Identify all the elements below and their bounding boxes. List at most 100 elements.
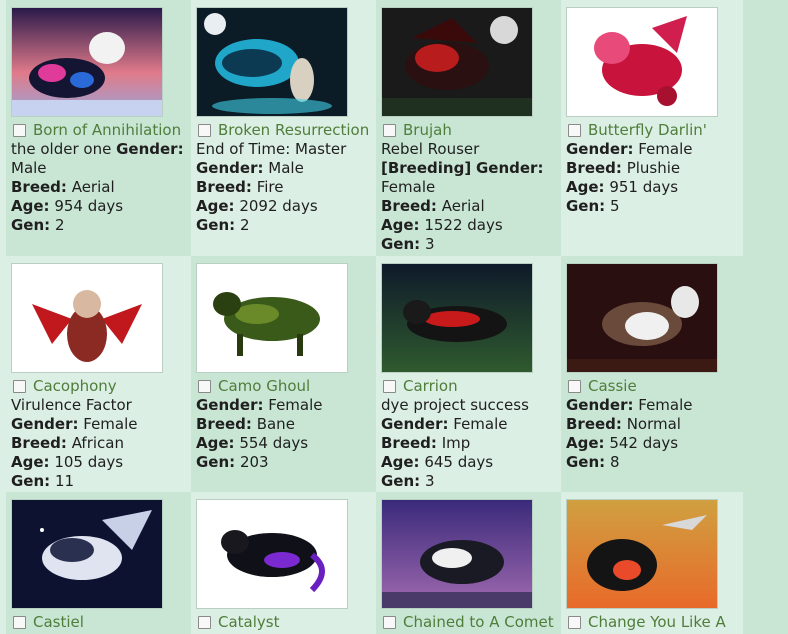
- select-checkbox[interactable]: [568, 124, 581, 137]
- pet-card: Broken Resurrection End of Time: Master …: [191, 0, 376, 256]
- age-label: Age:: [196, 434, 235, 452]
- pet-name-link[interactable]: Camo Ghoul: [218, 377, 310, 396]
- age-value: 645 days: [424, 453, 494, 471]
- age-value: 105 days: [54, 453, 124, 471]
- pet-name-link[interactable]: Butterfly Darlin': [588, 121, 707, 140]
- gender-value: Male: [268, 159, 304, 177]
- pet-name-link[interactable]: Chained to A Comet: [403, 613, 554, 632]
- pet-image[interactable]: [566, 7, 718, 117]
- select-checkbox[interactable]: [198, 124, 211, 137]
- pet-image[interactable]: [566, 263, 718, 373]
- pet-image[interactable]: [11, 7, 163, 117]
- gen-value: 2: [239, 216, 250, 234]
- pet-card: Camo Ghoul Gender: Female Breed: Bane Ag…: [191, 256, 376, 492]
- select-checkbox[interactable]: [13, 616, 26, 629]
- select-checkbox[interactable]: [13, 124, 26, 137]
- breed-label: Breed:: [11, 434, 67, 452]
- breed-value: Normal: [626, 415, 681, 433]
- pet-image[interactable]: [381, 7, 533, 117]
- pet-name-link[interactable]: Change You Like A: [588, 613, 726, 632]
- breed-label: Breed:: [566, 415, 622, 433]
- select-checkbox[interactable]: [383, 124, 396, 137]
- pet-card: Carrion dye project success Gender: Fema…: [376, 256, 561, 492]
- pet-image[interactable]: [196, 263, 348, 373]
- gender-label: Gender:: [11, 415, 79, 433]
- gen-value: 3: [424, 235, 435, 253]
- breed-label: Breed:: [196, 415, 252, 433]
- pet-image[interactable]: [196, 7, 348, 117]
- gender-value: Female: [638, 396, 693, 414]
- breed-value: Fire: [256, 178, 284, 196]
- page-right-margin: [743, 0, 788, 634]
- select-checkbox[interactable]: [568, 616, 581, 629]
- gender-value: Female: [83, 415, 138, 433]
- pet-name-link[interactable]: Cacophony: [33, 377, 117, 396]
- gender-label: Gender:: [381, 415, 449, 433]
- gen-label: Gen:: [566, 453, 606, 471]
- breed-label: Breed:: [566, 159, 622, 177]
- breed-label: Breed:: [381, 197, 437, 215]
- gen-value: 3: [424, 472, 435, 490]
- gender-label: Gender:: [196, 396, 264, 414]
- age-label: Age:: [11, 453, 50, 471]
- age-value: 2092 days: [239, 197, 318, 215]
- pet-name-link[interactable]: Castiel: [33, 613, 84, 632]
- age-value: 951 days: [609, 178, 679, 196]
- pet-image[interactable]: [11, 263, 163, 373]
- gender-label: Gender:: [475, 159, 544, 177]
- gen-label: Gen:: [11, 472, 51, 490]
- pet-image[interactable]: [11, 499, 163, 609]
- pet-card: Brujah Rebel Rouser [Breeding] Gender: F…: [376, 0, 561, 256]
- age-value: 1522 days: [424, 216, 503, 234]
- select-checkbox[interactable]: [198, 616, 211, 629]
- breed-label: Breed:: [11, 178, 67, 196]
- gen-value: 203: [239, 453, 269, 471]
- pet-card: Butterfly Darlin' Gender: Female Breed: …: [561, 0, 743, 256]
- pet-description: End of Time: Master: [196, 140, 347, 158]
- pet-image[interactable]: [196, 499, 348, 609]
- gender-value: Female: [381, 178, 436, 196]
- pet-name-link[interactable]: Born of Annihilation: [33, 121, 181, 140]
- select-checkbox[interactable]: [568, 380, 581, 393]
- pet-name-link[interactable]: Brujah: [403, 121, 452, 140]
- pet-card: Cacophony Virulence Factor Gender: Femal…: [6, 256, 191, 492]
- pet-card: Catalyst: [191, 492, 376, 634]
- age-value: 554 days: [239, 434, 309, 452]
- pet-image[interactable]: [381, 263, 533, 373]
- gen-label: Gen:: [381, 472, 421, 490]
- pet-card: Cassie Gender: Female Breed: Normal Age:…: [561, 256, 743, 492]
- gen-label: Gen:: [196, 216, 236, 234]
- pet-description: the older one: [11, 140, 112, 158]
- gender-value: Female: [638, 140, 693, 158]
- select-checkbox[interactable]: [383, 380, 396, 393]
- pet-name-link[interactable]: Broken Resurrection: [218, 121, 369, 140]
- gender-value: Female: [268, 396, 323, 414]
- pet-name-link[interactable]: Catalyst: [218, 613, 279, 632]
- breed-label: Breed:: [381, 434, 437, 452]
- pet-name-link[interactable]: Carrion: [403, 377, 458, 396]
- breed-label: Breed:: [196, 178, 252, 196]
- gender-label: Gender:: [196, 159, 264, 177]
- gender-value: Female: [453, 415, 508, 433]
- gender-value: Male: [11, 159, 47, 177]
- gen-value: 5: [609, 197, 620, 215]
- pet-description: Rebel Rouser: [381, 140, 480, 158]
- pet-image[interactable]: [381, 499, 533, 609]
- gender-label: Gender:: [566, 396, 634, 414]
- select-checkbox[interactable]: [198, 380, 211, 393]
- breeding-tag: [Breeding]: [381, 159, 472, 177]
- breed-value: Aerial: [441, 197, 485, 215]
- age-label: Age:: [566, 434, 605, 452]
- age-value: 954 days: [54, 197, 124, 215]
- age-label: Age:: [196, 197, 235, 215]
- age-label: Age:: [11, 197, 50, 215]
- age-label: Age:: [381, 216, 420, 234]
- gen-value: 11: [54, 472, 75, 490]
- pet-grid: Born of Annihilation the older one Gende…: [6, 0, 743, 634]
- gen-label: Gen:: [566, 197, 606, 215]
- breed-value: African: [71, 434, 124, 452]
- select-checkbox[interactable]: [383, 616, 396, 629]
- select-checkbox[interactable]: [13, 380, 26, 393]
- pet-name-link[interactable]: Cassie: [588, 377, 637, 396]
- pet-image[interactable]: [566, 499, 718, 609]
